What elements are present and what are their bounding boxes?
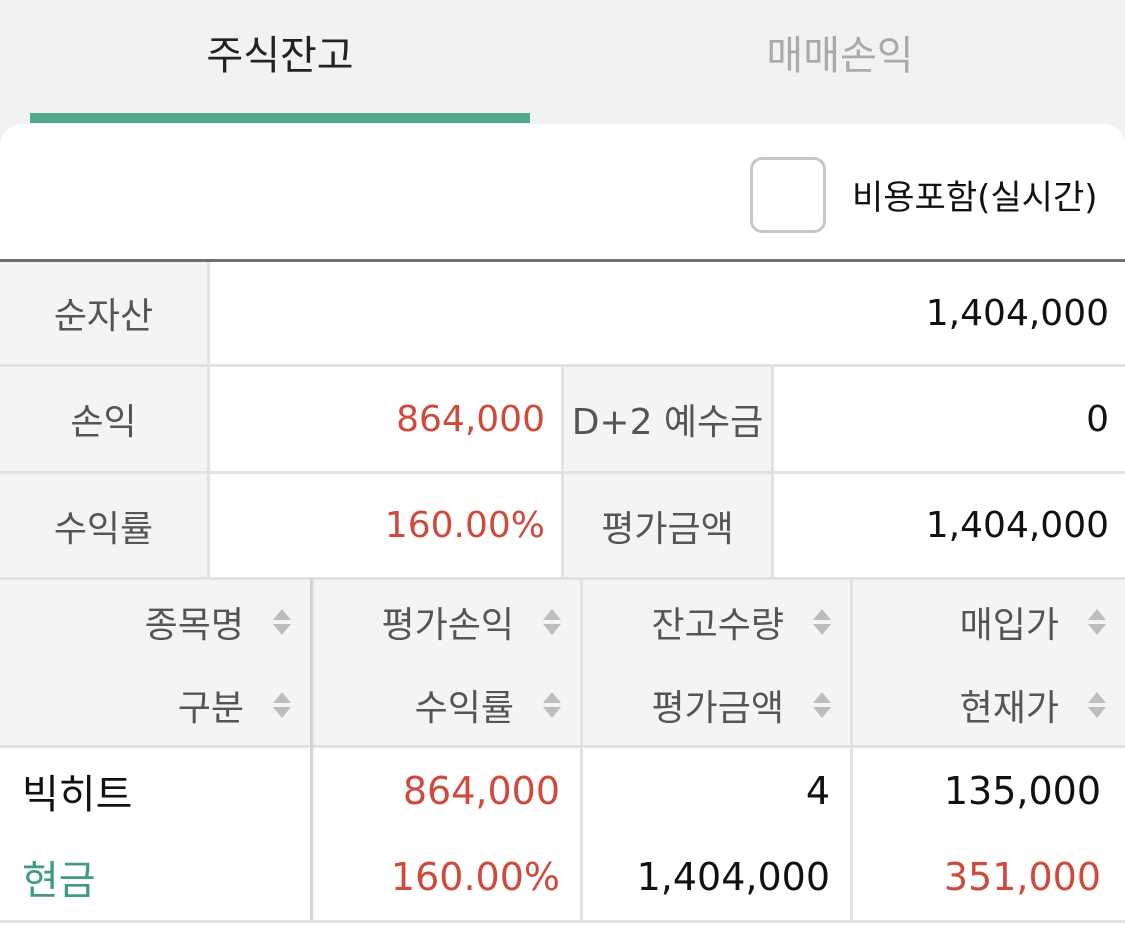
header-buy-price[interactable]: 매입가 (853, 580, 1125, 664)
header-stock-name[interactable]: 종목명 (0, 580, 310, 664)
holding-pnl: 864,000 (402, 769, 560, 813)
header-stock-name-label: 종목명 (144, 605, 244, 646)
header-buy-price-label: 매입가 (959, 605, 1059, 646)
header-qty-label: 잔고수량 (651, 605, 784, 646)
holding-qty: 4 (805, 769, 830, 813)
net-assets-value: 1,404,000 (210, 262, 1125, 364)
header-return[interactable]: 수익률 (313, 664, 580, 745)
net-assets-label: 순자산 (0, 262, 207, 364)
row-bottom-divider (0, 920, 1125, 923)
include-cost-label[interactable]: 비용포함(실시간) (852, 170, 1098, 219)
holding-return: 160.00% (390, 855, 560, 899)
tab-bar: 주식잔고 매매손익 (0, 0, 1125, 124)
header-current-price-label: 현재가 (959, 687, 1059, 729)
eval-amount-label: 평가금액 (564, 474, 771, 577)
header-type-label: 구분 (177, 687, 244, 729)
deposit-label: D+2 예수금 (564, 367, 771, 471)
header-eval-amount-label: 평가금액 (651, 687, 784, 729)
header-eval-pnl[interactable]: 평가손익 (313, 580, 580, 664)
deposit-value: 0 (774, 367, 1125, 471)
return-label: 수익률 (0, 474, 207, 577)
sort-icon (542, 690, 562, 720)
sort-icon (1087, 690, 1107, 720)
header-qty[interactable]: 잔고수량 (583, 580, 850, 664)
eval-amount-value: 1,404,000 (774, 474, 1125, 577)
include-cost-checkbox[interactable] (750, 157, 826, 233)
header-current-price[interactable]: 현재가 (853, 664, 1125, 745)
sort-icon (272, 607, 292, 637)
return-value: 160.00% (210, 474, 561, 577)
tab-trading-pnl[interactable]: 매매손익 (590, 0, 1090, 124)
sort-icon (542, 607, 562, 637)
header-return-label: 수익률 (414, 687, 514, 729)
active-tab-indicator (30, 113, 530, 123)
pnl-value: 864,000 (210, 367, 561, 471)
holding-buy-price: 135,000 (943, 769, 1101, 813)
sort-icon (812, 690, 832, 720)
tab-stock-balance[interactable]: 주식잔고 (30, 0, 530, 124)
col-divider (561, 367, 564, 577)
col-divider (207, 262, 210, 577)
header-eval-amount[interactable]: 평가금액 (583, 664, 850, 745)
holding-current-price: 351,000 (943, 855, 1101, 899)
header-eval-pnl-label: 평가손익 (381, 605, 514, 646)
sort-icon (1087, 607, 1107, 637)
holding-eval-amount: 1,404,000 (636, 855, 830, 899)
sort-icon (812, 607, 832, 637)
pnl-label: 손익 (0, 367, 207, 471)
col-divider (771, 367, 774, 577)
stock-name: 빅히트 (22, 772, 133, 818)
holding-type: 현금 (22, 858, 96, 904)
header-type[interactable]: 구분 (0, 664, 310, 745)
sort-icon (272, 690, 292, 720)
